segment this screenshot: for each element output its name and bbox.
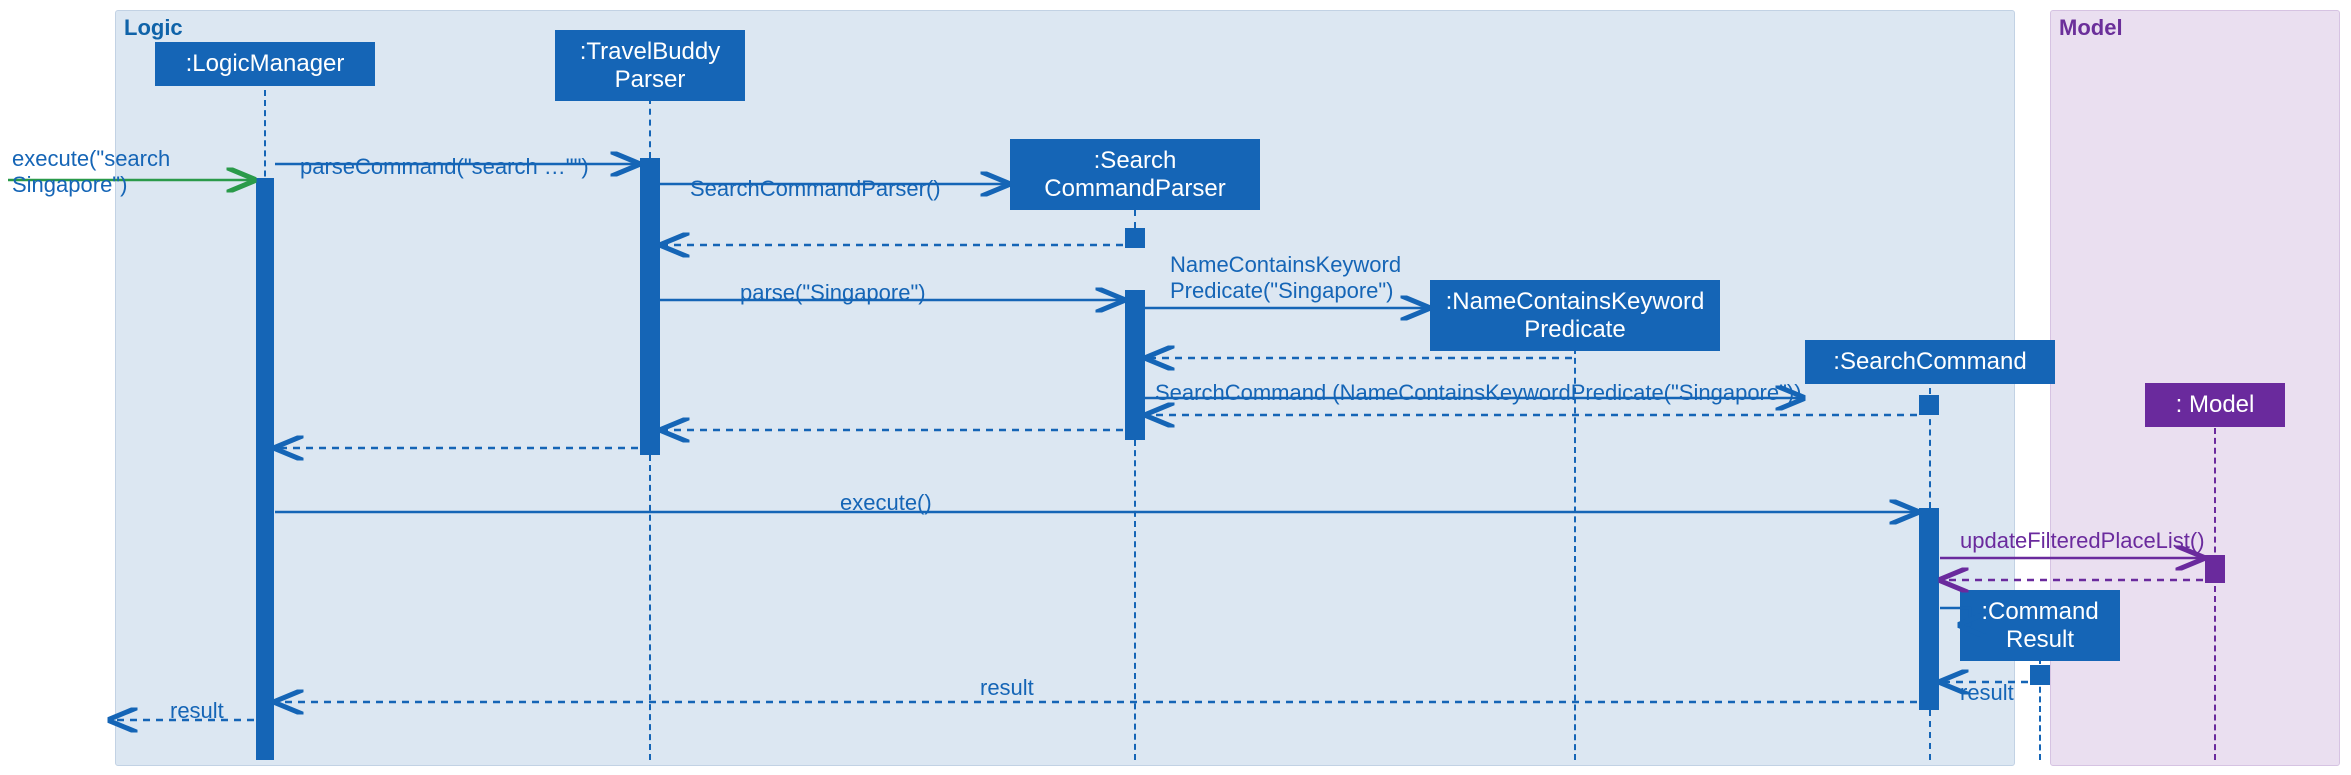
lifeline-search-command-parser-top bbox=[1134, 210, 1136, 228]
lifeline-nck-predicate bbox=[1574, 348, 1576, 760]
activation-scp-2 bbox=[1125, 290, 1145, 440]
frame-logic-label: Logic bbox=[124, 15, 183, 41]
participant-model: : Model bbox=[2145, 383, 2285, 427]
activation-model bbox=[2205, 555, 2225, 583]
msg-execute-in: execute("search Singapore") bbox=[12, 146, 170, 198]
lifeline-travel-buddy-parser-bottom bbox=[649, 455, 651, 760]
frame-model-label: Model bbox=[2059, 15, 2123, 41]
msg-result-back: result bbox=[980, 675, 1034, 701]
msg-parse: parse("Singapore") bbox=[740, 280, 926, 306]
activation-command-result bbox=[2030, 665, 2050, 685]
lifeline-search-command-parser-bottom bbox=[1134, 440, 1136, 760]
participant-logic-manager: :LogicManager bbox=[155, 42, 375, 86]
msg-execute-call: execute() bbox=[840, 490, 932, 516]
activation-search-command-2 bbox=[1919, 508, 1939, 710]
msg-search-command-ctor: SearchCommand (NameContainsKeywordPredic… bbox=[1155, 380, 1802, 406]
lifeline-model bbox=[2214, 428, 2216, 760]
participant-search-command-parser: :Search CommandParser bbox=[1010, 139, 1260, 210]
msg-scp-ctor: SearchCommandParser() bbox=[690, 176, 941, 202]
participant-search-command: :SearchCommand bbox=[1805, 340, 2055, 384]
msg-update-filtered: updateFilteredPlaceList() bbox=[1960, 528, 2205, 554]
activation-travel-buddy-parser bbox=[640, 158, 660, 455]
participant-travel-buddy-parser: :TravelBuddy Parser bbox=[555, 30, 745, 101]
msg-result-out: result bbox=[170, 698, 224, 724]
msg-result-cr: result bbox=[1960, 680, 2014, 706]
activation-scp-1 bbox=[1125, 228, 1145, 248]
participant-command-result: :Command Result bbox=[1960, 590, 2120, 661]
activation-search-command-1 bbox=[1919, 395, 1939, 415]
participant-nck-predicate: :NameContainsKeyword Predicate bbox=[1430, 280, 1720, 351]
lifeline-travel-buddy-parser-top bbox=[649, 98, 651, 158]
msg-nckp-ctor: NameContainsKeyword Predicate("Singapore… bbox=[1170, 252, 1401, 304]
msg-parse-command: parseCommand("search …"") bbox=[300, 154, 589, 180]
lifeline-search-command-bottom bbox=[1929, 710, 1931, 760]
activation-logic-manager bbox=[256, 178, 274, 760]
